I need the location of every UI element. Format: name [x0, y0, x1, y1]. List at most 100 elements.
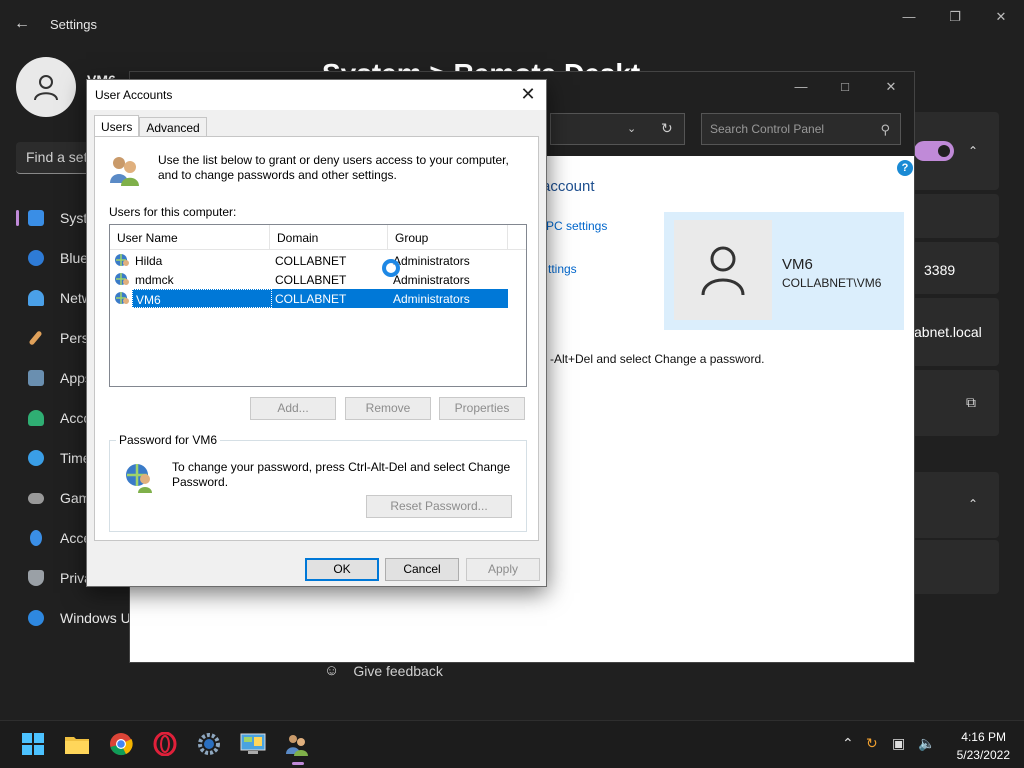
- cp-user-name: VM6: [782, 256, 813, 273]
- list-header: User Name Domain Group: [110, 225, 526, 250]
- give-feedback-link[interactable]: ☺ Give feedback: [324, 662, 443, 679]
- start-icon[interactable]: [20, 731, 46, 757]
- link-card[interactable]: [914, 370, 999, 436]
- reset-password-button[interactable]: Reset Password...: [366, 495, 512, 518]
- cell-user-name: Hilda: [135, 254, 163, 268]
- help-icon[interactable]: ?: [897, 160, 913, 176]
- cell-user-name: VM6: [132, 289, 272, 308]
- table-row[interactable]: Hilda COLLABNET Administrators: [114, 251, 508, 270]
- sync-icon[interactable]: ↻: [866, 735, 878, 752]
- pc-name-value: abnet.local: [914, 324, 982, 340]
- cell-domain: COLLABNET: [275, 273, 347, 287]
- settings-title: Settings: [50, 17, 97, 32]
- bluetooth-icon: [28, 250, 44, 266]
- minimize-icon[interactable]: —: [786, 78, 816, 96]
- settings-gear-icon[interactable]: [196, 731, 222, 757]
- time-icon: [28, 450, 44, 466]
- close-icon[interactable]: ✕: [518, 84, 538, 104]
- back-arrow-icon[interactable]: ←: [14, 14, 34, 34]
- users-group-icon: [110, 157, 139, 186]
- chevron-up-icon[interactable]: ⌃: [968, 497, 978, 511]
- properties-button[interactable]: Properties: [439, 397, 525, 420]
- remote-desktop-toggle[interactable]: [914, 141, 954, 161]
- open-external-icon[interactable]: ⧉: [966, 394, 976, 411]
- cp-heading: account: [542, 178, 595, 195]
- taskbar: ⌃ ↻ ▣ 🔈 4:16 PM 5/23/2022: [0, 720, 1024, 768]
- chrome-icon[interactable]: [108, 731, 134, 757]
- close-icon[interactable]: ✕: [876, 78, 906, 96]
- cell-domain: COLLABNET: [272, 289, 390, 308]
- chevron-down-icon[interactable]: ⌄: [627, 122, 636, 135]
- password-group-label: Password for VM6: [116, 433, 221, 447]
- remove-user-button[interactable]: Remove: [345, 397, 431, 420]
- accessibility-icon: [30, 530, 42, 546]
- close-icon[interactable]: ✕: [986, 8, 1016, 26]
- restore-icon[interactable]: ❐: [940, 8, 970, 26]
- table-row-selected[interactable]: VM6 COLLABNET Administrators: [114, 289, 508, 308]
- update-icon: [28, 610, 44, 626]
- password-instructions: To change your password, press Ctrl-Alt-…: [172, 460, 511, 489]
- users-list[interactable]: User Name Domain Group Hilda COLLABNET A…: [109, 224, 527, 387]
- volume-icon[interactable]: 🔈: [918, 735, 935, 752]
- column-header-domain[interactable]: Domain: [270, 225, 388, 250]
- feedback-label: Give feedback: [353, 662, 443, 679]
- table-row[interactable]: mdmck COLLABNET Administrators: [114, 270, 508, 289]
- settings-card: [914, 194, 999, 238]
- password-group: Password for VM6 To change your password…: [109, 433, 527, 532]
- column-header-group[interactable]: Group: [388, 225, 508, 250]
- ok-button[interactable]: OK: [305, 558, 379, 581]
- dialog-titlebar: User Accounts ✕: [87, 80, 546, 110]
- accounts-icon: [28, 410, 44, 426]
- user-accounts-taskbar-icon[interactable]: [284, 731, 310, 765]
- users-list-label: Users for this computer:: [109, 205, 237, 219]
- user-globe-icon: [115, 292, 129, 304]
- pc-settings-link[interactable]: PC settings: [546, 219, 607, 233]
- network-tray-icon[interactable]: ▣: [892, 735, 905, 752]
- users-card[interactable]: [914, 472, 999, 538]
- refresh-icon[interactable]: ↻: [661, 120, 673, 137]
- cell-domain: COLLABNET: [275, 254, 347, 268]
- users-subcard: [914, 540, 999, 594]
- user-accounts-dialog: User Accounts ✕ Users Advanced Use the l…: [86, 79, 547, 587]
- apps-icon: [28, 370, 44, 386]
- profile-avatar[interactable]: [16, 57, 76, 117]
- nav-item-windows-update[interactable]: Windows Update: [0, 598, 140, 638]
- dialog-tabs: Users Advanced: [94, 115, 207, 137]
- clock-date[interactable]: 5/23/2022: [957, 748, 1010, 762]
- cell-group: Administrators: [393, 254, 470, 268]
- apply-button[interactable]: Apply: [466, 558, 540, 581]
- port-value: 3389: [924, 262, 956, 278]
- tab-users[interactable]: Users: [94, 115, 140, 137]
- address-bar[interactable]: ⌄ ↻: [550, 113, 685, 145]
- chevron-up-icon[interactable]: ⌃: [842, 735, 854, 752]
- users-tab-panel: Use the list below to grant or deny user…: [94, 136, 539, 541]
- chevron-up-icon[interactable]: ⌃: [968, 144, 978, 158]
- column-header-user-name[interactable]: User Name: [110, 225, 270, 250]
- cp-password-note: -Alt+Del and select Change a password.: [550, 352, 765, 366]
- nav-label: Windows Update: [60, 610, 140, 626]
- user-globe-icon: [115, 273, 129, 285]
- clock-time[interactable]: 4:16 PM: [961, 730, 1006, 744]
- search-icon[interactable]: ⚲: [880, 122, 890, 138]
- shield-icon: [28, 570, 44, 586]
- minimize-icon[interactable]: —: [894, 8, 924, 26]
- feedback-icon: ☺: [324, 662, 340, 679]
- user-icon: [701, 246, 745, 296]
- intro-text: Use the list below to grant or deny user…: [158, 153, 509, 182]
- user-globe-icon: [126, 464, 152, 493]
- file-explorer-icon[interactable]: [64, 731, 90, 757]
- control-panel-icon[interactable]: [240, 731, 266, 757]
- add-user-button[interactable]: Add...: [250, 397, 336, 420]
- maximize-icon[interactable]: □: [830, 78, 860, 96]
- control-panel-search-input[interactable]: Search Control Panel ⚲: [701, 113, 901, 145]
- search-placeholder: Search Control Panel: [710, 122, 825, 136]
- tab-advanced[interactable]: Advanced: [139, 117, 207, 137]
- user-globe-icon: [115, 254, 129, 266]
- settings-link[interactable]: ttings: [548, 262, 577, 276]
- network-icon: [28, 290, 44, 306]
- cell-group: Administrators: [390, 289, 508, 308]
- opera-icon[interactable]: [152, 731, 178, 757]
- settings-titlebar: ← Settings — ❐ ✕: [0, 0, 1024, 48]
- cancel-button[interactable]: Cancel: [385, 558, 459, 581]
- user-icon: [34, 75, 58, 101]
